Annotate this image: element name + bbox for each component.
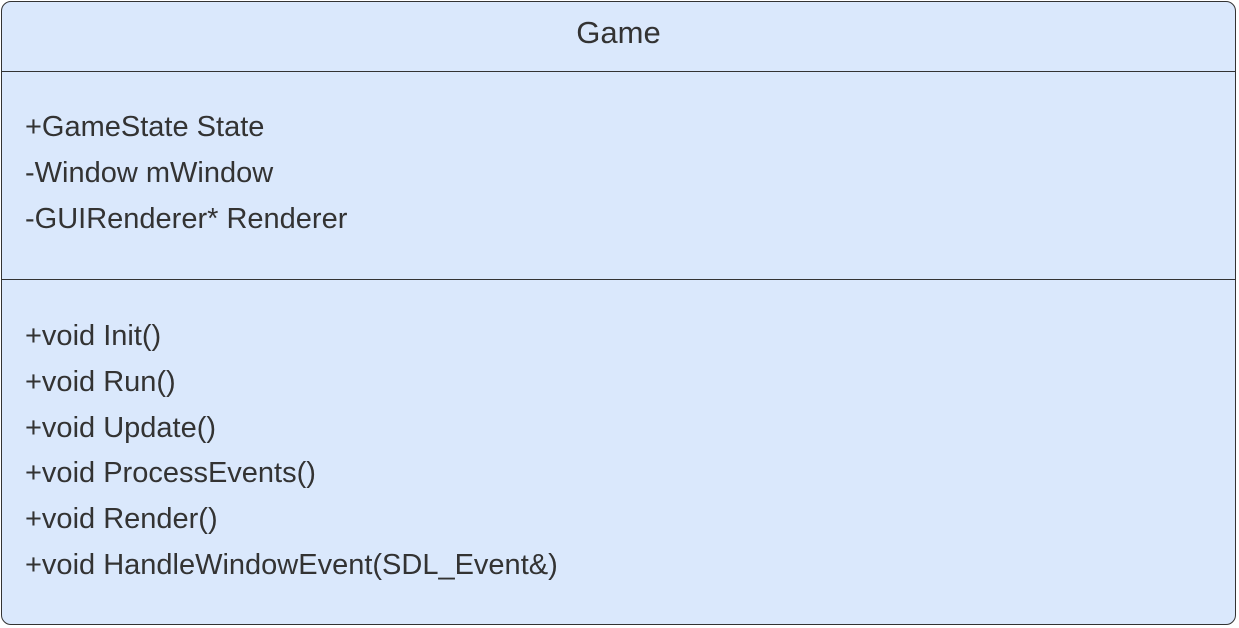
method-item: +void HandleWindowEvent(SDL_Event&) <box>25 548 558 581</box>
attributes-compartment: +GameState State -Window mWindow -GUIRen… <box>2 72 1235 280</box>
class-name: Game <box>2 2 1235 72</box>
method-item: +void Run() <box>25 365 176 398</box>
method-item: +void ProcessEvents() <box>25 457 316 490</box>
method-item: +void Init() <box>25 320 162 352</box>
method-item: +void Update() <box>25 411 217 444</box>
attribute-item: +GameState State <box>25 111 265 143</box>
uml-class-box[interactable]: Game +GameState State -Window mWindow -G… <box>1 1 1236 625</box>
attribute-item: -GUIRenderer* Renderer <box>25 202 348 235</box>
method-item: +void Render() <box>25 503 218 536</box>
methods-compartment: +void Init() +void Run() +void Update() … <box>2 280 1235 589</box>
attribute-item: -Window mWindow <box>25 156 274 189</box>
